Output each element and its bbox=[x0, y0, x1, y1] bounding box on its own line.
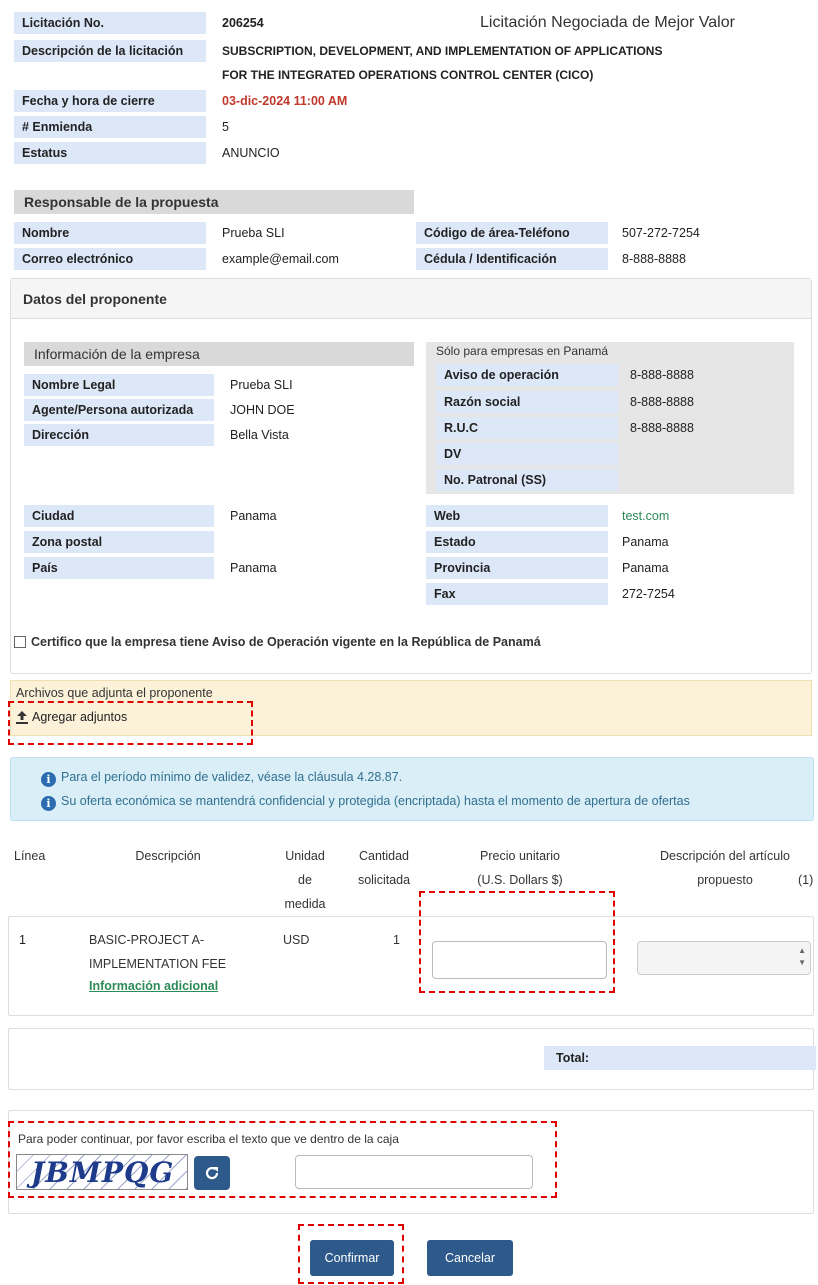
cedula-value: 8-888-8888 bbox=[622, 252, 686, 266]
fecha-cierre-label: Fecha y hora de cierre bbox=[14, 90, 206, 112]
panama-box-title: Sólo para empresas en Panamá bbox=[436, 344, 609, 358]
agente-label: Agente/Persona autorizada bbox=[24, 399, 214, 421]
highlight-captcha bbox=[8, 1121, 557, 1198]
pais-value: Panama bbox=[230, 561, 277, 575]
certifico-checkbox-icon[interactable] bbox=[14, 636, 26, 648]
col-linea: Línea bbox=[14, 849, 46, 863]
col-articulo-1: Descripción del artículo bbox=[660, 849, 790, 863]
adjuntos-title: Archivos que adjunta el proponente bbox=[16, 686, 213, 700]
direccion-value: Bella Vista bbox=[230, 428, 289, 442]
col-articulo-2: propuesto bbox=[697, 873, 753, 887]
telefono-label: Código de área-Teléfono bbox=[416, 222, 608, 244]
info-circle-icon: i bbox=[41, 772, 56, 787]
fecha-cierre-value: 03-dic-2024 11:00 AM bbox=[222, 94, 348, 108]
table-row: 1 BASIC-PROJECT A- IMPLEMENTATION FEE In… bbox=[8, 916, 814, 1016]
nombre-legal-value: Prueba SLI bbox=[230, 378, 293, 392]
web-label: Web bbox=[426, 505, 608, 527]
col-precio-1: Precio unitario bbox=[480, 849, 560, 863]
responsable-section-title: Responsable de la propuesta bbox=[14, 190, 414, 214]
info-circle-icon: i bbox=[41, 796, 56, 811]
licitacion-no-label: Licitación No. bbox=[14, 12, 206, 34]
col-unidad-2: de bbox=[298, 873, 312, 887]
licitacion-no-value: 206254 bbox=[222, 16, 264, 30]
row-linea: 1 bbox=[19, 933, 26, 947]
correo-value: example@email.com bbox=[222, 252, 339, 266]
certifico-row: Certifico que la empresa tiene Aviso de … bbox=[14, 635, 541, 649]
agente-value: JOHN DOE bbox=[230, 403, 295, 417]
fax-value: 272-7254 bbox=[622, 587, 675, 601]
col-descripcion: Descripción bbox=[135, 849, 201, 863]
highlight-agregar-adjuntos bbox=[8, 701, 253, 745]
col-unidad-1: Unidad bbox=[285, 849, 325, 863]
provincia-label: Provincia bbox=[426, 557, 608, 579]
col-cantidad-1: Cantidad bbox=[358, 849, 410, 863]
ruc-label: R.U.C bbox=[436, 417, 618, 439]
articulo-propuesto-textarea[interactable]: ▲ ▼ bbox=[637, 941, 811, 975]
razon-social-label: Razón social bbox=[436, 391, 618, 413]
razon-social-value: 8-888-8888 bbox=[630, 395, 694, 409]
descripcion-line2: FOR THE INTEGRATED OPERATIONS CONTROL CE… bbox=[222, 68, 594, 82]
info-line-1: i Para el período mínimo de validez, véas… bbox=[41, 770, 402, 787]
aviso-label: Aviso de operación bbox=[436, 364, 618, 386]
cancelar-button[interactable]: Cancelar bbox=[427, 1240, 513, 1276]
web-link[interactable]: test.com bbox=[622, 505, 669, 527]
row-unidad: USD bbox=[283, 933, 310, 947]
nombre-label: Nombre bbox=[14, 222, 206, 244]
ciudad-label: Ciudad bbox=[24, 505, 214, 527]
estado-value: Panama bbox=[622, 535, 669, 549]
estado-label: Estado bbox=[426, 531, 608, 553]
fax-label: Fax bbox=[426, 583, 608, 605]
nombre-value: Prueba SLI bbox=[222, 226, 285, 240]
proponente-panel-title: Datos del proponente bbox=[11, 279, 811, 319]
provincia-value: Panama bbox=[622, 561, 669, 575]
col-unidad-3: medida bbox=[284, 897, 326, 911]
direccion-label: Dirección bbox=[24, 424, 214, 446]
licitacion-type-title: Licitación Negociada de Mejor Valor bbox=[480, 14, 735, 31]
enmienda-label: # Enmienda bbox=[14, 116, 206, 138]
telefono-value: 507-272-7254 bbox=[622, 226, 700, 240]
patronal-label: No. Patronal (SS) bbox=[436, 469, 618, 491]
certifico-label: Certifico que la empresa tiene Aviso de … bbox=[31, 635, 541, 649]
ciudad-value: Panama bbox=[230, 509, 277, 523]
empresa-section-title: Información de la empresa bbox=[24, 342, 414, 366]
info-line-2: i Su oferta económica se mantendrá confid… bbox=[41, 794, 690, 811]
pais-label: País bbox=[24, 557, 214, 579]
zona-postal-label: Zona postal bbox=[24, 531, 214, 553]
row-desc-1: BASIC-PROJECT A- bbox=[89, 933, 205, 947]
descripcion-label: Descripción de la licitación bbox=[14, 40, 206, 62]
row-cantidad: 1 bbox=[393, 933, 400, 947]
highlight-confirmar bbox=[298, 1224, 404, 1284]
info-line-2-text: Su oferta económica se mantendrá confide… bbox=[61, 794, 690, 808]
spinner-arrows-icon: ▲ ▼ bbox=[798, 946, 806, 967]
col-cantidad-2: solicitada bbox=[357, 873, 411, 887]
estatus-label: Estatus bbox=[14, 142, 206, 164]
info-box: i Para el período mínimo de validez, véas… bbox=[10, 757, 814, 821]
total-label: Total: bbox=[544, 1046, 816, 1070]
enmienda-value: 5 bbox=[222, 120, 229, 134]
highlight-precio-unitario bbox=[419, 891, 615, 993]
cedula-label: Cédula / Identificación bbox=[416, 248, 608, 270]
col-precio-2: (U.S. Dollars $) bbox=[477, 873, 563, 887]
informacion-adicional-link[interactable]: Información adicional bbox=[89, 975, 218, 997]
estatus-value: ANUNCIO bbox=[222, 146, 280, 160]
dv-label: DV bbox=[436, 443, 618, 465]
row-desc-2: IMPLEMENTATION FEE bbox=[89, 957, 227, 971]
info-line-1-text: Para el período mínimo de validez, véase… bbox=[61, 770, 403, 784]
descripcion-line1: SUBSCRIPTION, DEVELOPMENT, AND IMPLEMENT… bbox=[222, 44, 663, 58]
ruc-value: 8-888-8888 bbox=[630, 421, 694, 435]
col-articulo-note: (1) bbox=[798, 873, 814, 887]
correo-label: Correo electrónico bbox=[14, 248, 206, 270]
aviso-value: 8-888-8888 bbox=[630, 368, 694, 382]
nombre-legal-label: Nombre Legal bbox=[24, 374, 214, 396]
